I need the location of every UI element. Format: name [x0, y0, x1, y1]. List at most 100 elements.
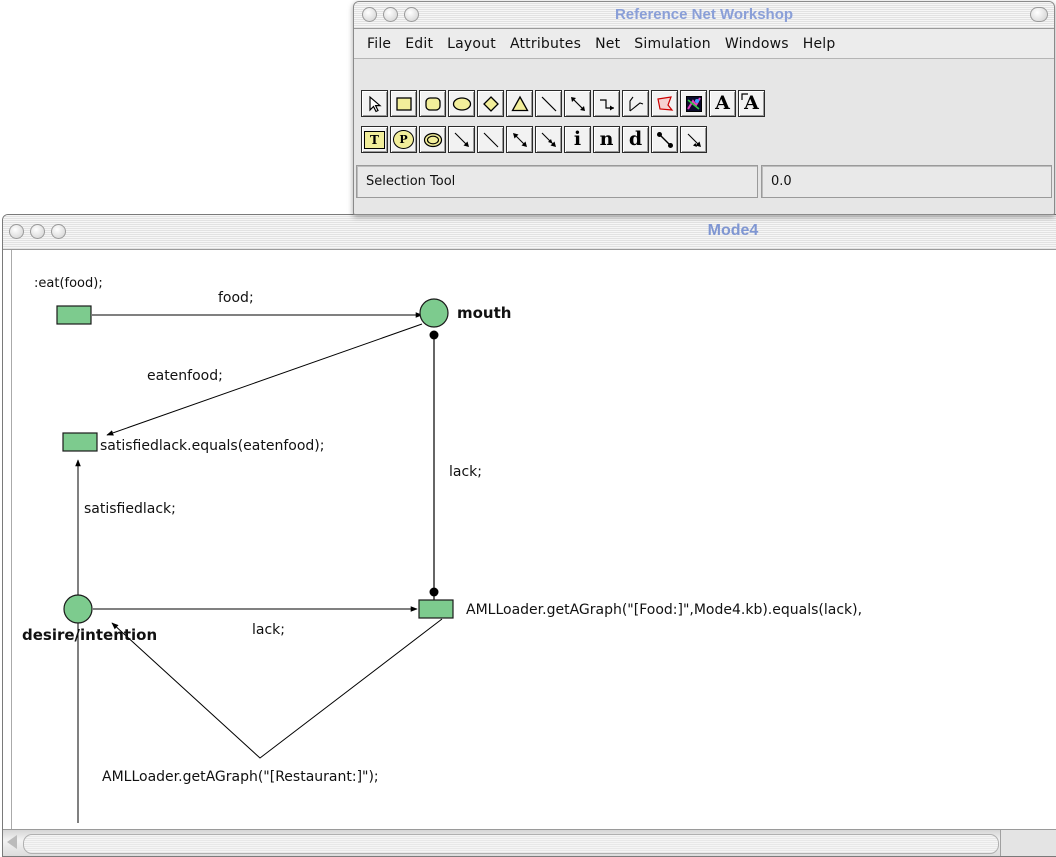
- menu-layout[interactable]: Layout: [440, 36, 503, 52]
- arc-tool-button[interactable]: [448, 126, 475, 153]
- polygon-icon: [656, 95, 673, 111]
- name-tool-glyph: n: [599, 128, 614, 150]
- arc-end-dot-bottom: [429, 587, 439, 597]
- virtual-place-tool-button[interactable]: [419, 126, 446, 153]
- line-tool-button[interactable]: [535, 90, 562, 117]
- menu-help[interactable]: Help: [796, 36, 843, 52]
- transition-satisfied[interactable]: [62, 432, 98, 452]
- rectangle-tool-button[interactable]: [390, 90, 417, 117]
- minimize-button[interactable]: [30, 224, 45, 239]
- menu-attributes[interactable]: Attributes: [503, 36, 588, 52]
- place-tool-glyph: P: [393, 130, 414, 149]
- arc-label-eatenfood[interactable]: eatenfood;: [147, 368, 223, 384]
- place-name-desire-intention[interactable]: desire/intention: [22, 626, 157, 644]
- transition-tool-glyph: T: [364, 130, 385, 149]
- menu-simulation[interactable]: Simulation: [627, 36, 718, 52]
- image-tool-button[interactable]: [680, 90, 707, 117]
- arc-label-lack-vertical[interactable]: lack;: [449, 464, 482, 480]
- status-bar: Selection Tool 0.0: [356, 165, 1052, 198]
- transition-tool-button[interactable]: T: [361, 126, 388, 153]
- status-value: 0.0: [761, 165, 1052, 198]
- scribble-icon: [628, 96, 643, 111]
- image-icon: [685, 95, 702, 112]
- toolbar-window-title: Reference Net Workshop: [614, 6, 794, 23]
- test-arc-icon: [483, 132, 498, 147]
- inhibitor-arc-icon: [656, 131, 673, 148]
- arc-restaurant[interactable]: [111, 618, 443, 759]
- connected-text-tool-button[interactable]: A: [738, 90, 765, 117]
- drawing-tools-row: A A: [361, 90, 765, 117]
- scroll-left-arrow-icon[interactable]: [7, 835, 17, 849]
- net-window-titlebar[interactable]: Mode4: [3, 215, 1056, 250]
- double-arrow-line-icon: [570, 96, 585, 111]
- text-tool-glyph: A: [715, 92, 730, 114]
- rounded-rectangle-icon: [424, 96, 441, 111]
- menu-net[interactable]: Net: [588, 36, 627, 52]
- reserve-arc-tool-button[interactable]: [506, 126, 533, 153]
- arc-label-satisfiedlack[interactable]: satisfiedlack;: [84, 501, 176, 517]
- double-head-arc-icon: [541, 132, 556, 147]
- horizontal-scrollbar[interactable]: [3, 829, 1056, 856]
- toolbar-window-titlebar[interactable]: Reference Net Workshop: [354, 2, 1054, 29]
- polygon-tool-button[interactable]: [651, 90, 678, 117]
- line-icon: [541, 96, 556, 111]
- name-tool-button[interactable]: n: [593, 126, 620, 153]
- rectangle-icon: [395, 96, 412, 111]
- flexible-arc-tool-button[interactable]: [535, 126, 562, 153]
- ellipse-tool-button[interactable]: [448, 90, 475, 117]
- place-name-mouth[interactable]: mouth: [457, 304, 511, 322]
- diamond-tool-button[interactable]: [477, 90, 504, 117]
- inscription-tool-button[interactable]: i: [564, 126, 591, 153]
- toolbar-toggle-button[interactable]: [1030, 7, 1048, 22]
- close-button[interactable]: [9, 224, 24, 239]
- reference-net-workshop-window: Reference Net Workshop File Edit Layout …: [353, 1, 1055, 215]
- declaration-tool-button[interactable]: d: [622, 126, 649, 153]
- arc-arrow-icon: [454, 132, 469, 147]
- test-arc-tool-button[interactable]: [477, 126, 504, 153]
- scrollbar-track[interactable]: [23, 834, 999, 854]
- diamond-icon: [482, 95, 499, 112]
- place-desire-intention[interactable]: [63, 594, 93, 624]
- triangle-tool-button[interactable]: [506, 90, 533, 117]
- net-drawing-window: Mode4 :eat(food); food; mouth eatenfood;…: [2, 214, 1056, 857]
- inscription-tool-glyph: i: [573, 128, 582, 150]
- menu-file[interactable]: File: [360, 36, 398, 52]
- arc-end-dot-top: [429, 330, 439, 340]
- menu-edit[interactable]: Edit: [398, 36, 440, 52]
- scrollbar-corner: [1000, 830, 1056, 856]
- inhibitor-arc-tool-button[interactable]: [651, 126, 678, 153]
- net-canvas[interactable]: :eat(food); food; mouth eatenfood; satis…: [11, 250, 1056, 830]
- place-mouth[interactable]: [419, 298, 449, 328]
- net-window-title: Mode4: [707, 222, 759, 239]
- transition-aml[interactable]: [418, 599, 454, 619]
- menu-windows[interactable]: Windows: [718, 36, 796, 52]
- scribble-tool-button[interactable]: [622, 90, 649, 117]
- clear-arc-icon: [687, 133, 701, 147]
- triangle-icon: [510, 95, 529, 111]
- net-tools-row: T P i n d: [361, 126, 707, 153]
- reserve-arc-icon: [512, 132, 527, 147]
- petri-net-drawing: :eat(food); food; mouth eatenfood; satis…: [22, 276, 862, 823]
- transition-eat[interactable]: [56, 305, 92, 325]
- text-tool-button[interactable]: A: [709, 90, 736, 117]
- current-tool-status: Selection Tool: [356, 165, 758, 198]
- inscription-eat-uplink[interactable]: :eat(food);: [34, 276, 103, 291]
- clear-arc-tool-button[interactable]: [680, 126, 707, 153]
- arc-label-lack-horizontal[interactable]: lack;: [252, 622, 285, 638]
- arrow-cursor-icon: [368, 95, 382, 112]
- inscription-satisfied-guard[interactable]: satisfiedlack.equals(eatenfood);: [100, 438, 324, 454]
- elbow-connector-icon: [599, 98, 614, 110]
- double-ellipse-icon: [423, 132, 442, 147]
- ellipse-icon: [452, 96, 471, 111]
- inscription-aml-guard[interactable]: AMLLoader.getAGraph("[Food:]",Mode4.kb).…: [466, 602, 862, 618]
- elbow-connection-tool-button[interactable]: [593, 90, 620, 117]
- inscription-restaurant[interactable]: AMLLoader.getAGraph("[Restaurant:]");: [102, 769, 379, 785]
- arc-label-food[interactable]: food;: [218, 290, 254, 306]
- menu-bar: File Edit Layout Attributes Net Simulati…: [354, 29, 1054, 59]
- zoom-button[interactable]: [51, 224, 66, 239]
- selection-tool-button[interactable]: [361, 90, 388, 117]
- rounded-rectangle-tool-button[interactable]: [419, 90, 446, 117]
- connection-tool-button[interactable]: [564, 90, 591, 117]
- corner-arrow-icon: [741, 93, 748, 100]
- place-tool-button[interactable]: P: [390, 126, 417, 153]
